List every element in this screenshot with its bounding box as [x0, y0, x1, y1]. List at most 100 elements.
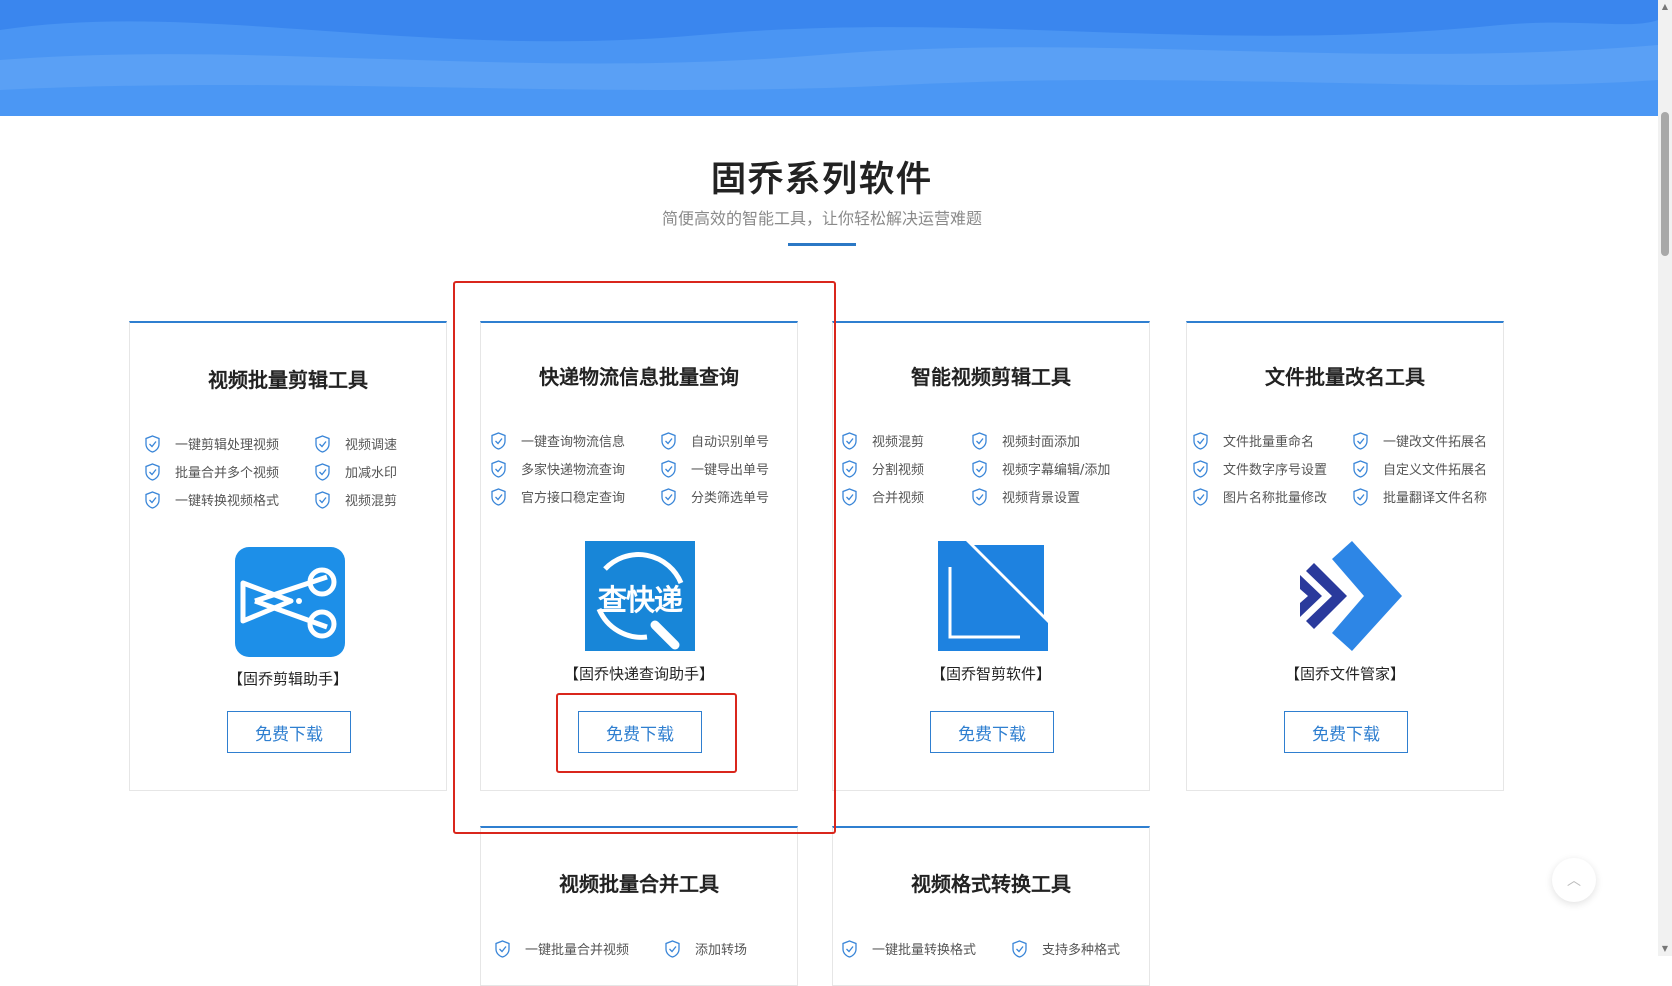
shield-check-icon: [491, 487, 506, 506]
feature-text: 文件批量重命名: [1223, 435, 1315, 450]
shield-check-icon: [661, 431, 676, 450]
feature-item: 一键批量合并视频: [495, 939, 665, 958]
feature-text: 图片名称批量修改: [1223, 491, 1328, 506]
feature-item: 多家快递物流查询: [491, 459, 661, 478]
card-title: 视频格式转换工具: [911, 872, 1071, 896]
shield-check-icon: [1012, 939, 1027, 958]
feature-item: 视频混剪: [842, 431, 972, 450]
product-card: 快递物流信息批量查询 一键查询物流信息 自动识别单号 多家快递物流查询 一键导出…: [480, 321, 798, 791]
shield-check-icon: [315, 462, 330, 481]
feature-item: 视频字幕编辑/添加: [972, 459, 1142, 478]
title-underline: [788, 243, 856, 246]
download-button[interactable]: 免费下载: [578, 711, 702, 753]
feature-item: 批量合并多个视频: [145, 462, 315, 481]
product-card: 视频格式转换工具 一键批量转换格式 支持多种格式: [832, 826, 1150, 986]
product-card: 视频批量剪辑工具 一键剪辑处理视频 视频调速 批量合并多个视频 加减水印 一键转…: [129, 321, 447, 791]
back-to-top-button[interactable]: ︿: [1552, 858, 1596, 902]
feature-text: 自定义文件拓展名: [1383, 463, 1488, 478]
shield-check-icon: [145, 490, 160, 509]
feature-item: 支持多种格式: [1012, 939, 1142, 958]
shield-check-icon: [1353, 431, 1368, 450]
feature-item: 批量翻译文件名称: [1353, 487, 1503, 506]
feature-text: 添加转场: [695, 943, 748, 958]
download-button[interactable]: 免费下载: [227, 711, 351, 753]
shield-check-icon: [661, 487, 676, 506]
feature-item: 一键改文件拓展名: [1353, 431, 1503, 450]
section-title: 固乔系列软件: [710, 160, 933, 200]
feature-item: 文件批量重命名: [1193, 431, 1353, 450]
shield-check-icon: [495, 939, 510, 958]
feature-item: 视频混剪: [315, 490, 445, 509]
feature-item: 视频背景设置: [972, 487, 1142, 506]
shield-check-icon: [1353, 459, 1368, 478]
feature-item: 文件数字序号设置: [1193, 459, 1353, 478]
feature-text: 批量翻译文件名称: [1383, 491, 1488, 506]
express-search-icon: 查快递: [585, 541, 695, 651]
product-name: 【固乔快递查询助手】: [563, 665, 714, 683]
shield-check-icon: [972, 459, 987, 478]
feature-item: 合并视频: [842, 487, 972, 506]
page-scrollbar[interactable]: ▲ ▼: [1658, 0, 1672, 956]
scroll-thumb[interactable]: [1661, 112, 1669, 256]
feature-item: 自定义文件拓展名: [1353, 459, 1503, 478]
feature-text: 一键剪辑处理视频: [175, 438, 280, 453]
scissors-icon: [235, 547, 345, 657]
card-title: 视频批量合并工具: [559, 872, 719, 896]
product-card: 文件批量改名工具 文件批量重命名 一键改文件拓展名 文件数字序号设置 自定义文件…: [1186, 321, 1504, 791]
product-name: 【固乔文件管家】: [1284, 665, 1405, 683]
feature-item: 一键导出单号: [661, 459, 791, 478]
feature-text: 分类筛选单号: [691, 491, 770, 506]
shield-check-icon: [315, 434, 330, 453]
feature-item: 一键转换视频格式: [145, 490, 315, 509]
feature-list: 文件批量重命名 一键改文件拓展名 文件数字序号设置 自定义文件拓展名 图片名称批…: [1193, 431, 1493, 506]
card-title: 智能视频剪辑工具: [911, 365, 1071, 389]
feature-item: 分割视频: [842, 459, 972, 478]
feature-text: 一键改文件拓展名: [1383, 435, 1488, 450]
feature-text: 多家快递物流查询: [521, 463, 626, 478]
shield-check-icon: [1193, 487, 1208, 506]
shield-check-icon: [661, 459, 676, 478]
scroll-down-icon[interactable]: ▼: [1658, 942, 1672, 956]
shield-check-icon: [972, 431, 987, 450]
shield-check-icon: [145, 434, 160, 453]
download-button[interactable]: 免费下载: [1284, 711, 1408, 753]
feature-item: 视频调速: [315, 434, 445, 453]
shield-check-icon: [1353, 487, 1368, 506]
feature-text: 一键批量合并视频: [525, 943, 630, 958]
feature-list: 一键剪辑处理视频 视频调速 批量合并多个视频 加减水印 一键转换视频格式 视频混…: [145, 434, 445, 509]
feature-text: 视频字幕编辑/添加: [1002, 463, 1111, 478]
feature-text: 视频封面添加: [1002, 435, 1081, 450]
feature-item: 一键剪辑处理视频: [145, 434, 315, 453]
feature-list: 一键查询物流信息 自动识别单号 多家快递物流查询 一键导出单号 官方接口稳定查询…: [491, 431, 791, 506]
feature-text: 支持多种格式: [1042, 943, 1121, 958]
feature-list: 一键批量转换格式 支持多种格式: [842, 939, 1142, 958]
card-title: 文件批量改名工具: [1265, 365, 1425, 389]
feature-item: 视频封面添加: [972, 431, 1142, 450]
product-name: 【固乔剪辑助手】: [227, 670, 348, 688]
header-banner: [0, 0, 1658, 116]
feature-text: 一键查询物流信息: [521, 435, 626, 450]
feature-text: 官方接口稳定查询: [521, 491, 626, 506]
logo-text: 查快递: [597, 583, 683, 617]
feature-text: 文件数字序号设置: [1223, 463, 1328, 478]
feature-item: 分类筛选单号: [661, 487, 791, 506]
shield-check-icon: [1193, 431, 1208, 450]
shield-check-icon: [665, 939, 680, 958]
feature-item: 一键查询物流信息: [491, 431, 661, 450]
download-button[interactable]: 免费下载: [930, 711, 1054, 753]
feature-item: 加减水印: [315, 462, 445, 481]
feature-text: 视频调速: [345, 438, 398, 453]
shield-check-icon: [145, 462, 160, 481]
feature-text: 一键转换视频格式: [175, 494, 280, 509]
chevron-up-icon: ︿: [1567, 873, 1581, 889]
card-title: 视频批量剪辑工具: [208, 368, 368, 392]
shield-check-icon: [1193, 459, 1208, 478]
shield-check-icon: [842, 459, 857, 478]
shield-check-icon: [842, 431, 857, 450]
feature-item: 图片名称批量修改: [1193, 487, 1353, 506]
feature-item: 添加转场: [665, 939, 795, 958]
product-card: 视频批量合并工具 一键批量合并视频 添加转场: [480, 826, 798, 986]
scroll-up-icon[interactable]: ▲: [1658, 0, 1672, 14]
feature-text: 合并视频: [872, 491, 925, 506]
feature-list: 视频混剪 视频封面添加 分割视频 视频字幕编辑/添加 合并视频 视频背景设置: [842, 431, 1142, 506]
